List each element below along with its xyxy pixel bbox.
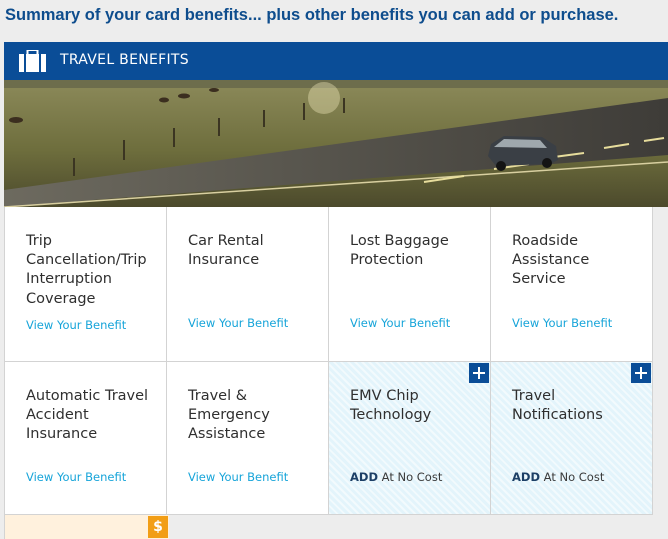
benefit-title: Lost Baggage Protection — [350, 233, 449, 269]
view-benefit-link[interactable]: View Your Benefit — [26, 318, 126, 332]
add-label: ADD — [512, 470, 540, 484]
benefit-tile-car-rental: Car Rental Insurance View Your Benefit — [167, 207, 329, 362]
benefit-tile-trip-cancellation: Trip Cancellation/Trip Interruption Cove… — [4, 207, 167, 362]
add-cost-note: At No Cost — [378, 470, 443, 484]
travel-benefits-header: TRAVEL BENEFITS — [4, 42, 668, 80]
dollar-icon[interactable]: $ — [148, 516, 168, 538]
benefit-tile-travel-notifications[interactable]: Travel Notifications ADD At No Cost — [491, 362, 653, 515]
page-title: Summary of your card benefits... plus ot… — [5, 6, 619, 24]
benefit-tile-travel-accident: Automatic Travel Accident Insurance View… — [4, 362, 167, 515]
section-label: TRAVEL BENEFITS — [60, 52, 189, 68]
benefit-tile-lost-baggage: Lost Baggage Protection View Your Benefi… — [329, 207, 491, 362]
view-benefit-link[interactable]: View Your Benefit — [188, 470, 288, 484]
add-cost-note: At No Cost — [540, 470, 605, 484]
add-at-no-cost[interactable]: ADD At No Cost — [512, 470, 604, 484]
briefcase-icon — [19, 50, 46, 72]
add-label: ADD — [350, 470, 378, 484]
benefit-title: Trip Cancellation/Trip Interruption Cove… — [26, 233, 147, 307]
benefit-title: Car Rental Insurance — [188, 233, 264, 269]
benefit-tile-emergency-assistance: Travel & Emergency Assistance View Your … — [167, 362, 329, 515]
travel-banner-image — [4, 80, 668, 207]
benefit-title: Travel & Emergency Assistance — [188, 388, 270, 443]
benefit-title: Roadside Assistance Service — [512, 233, 590, 288]
add-at-no-cost[interactable]: ADD At No Cost — [350, 470, 442, 484]
view-benefit-link[interactable]: View Your Benefit — [26, 470, 126, 484]
plus-icon[interactable] — [631, 363, 651, 383]
benefits-grid: Trip Cancellation/Trip Interruption Cove… — [4, 207, 668, 539]
view-benefit-link[interactable]: View Your Benefit — [188, 316, 288, 330]
benefit-tile-emv-chip[interactable]: EMV Chip Technology ADD At No Cost — [329, 362, 491, 515]
plus-icon[interactable] — [469, 363, 489, 383]
benefit-title: Automatic Travel Accident Insurance — [26, 388, 149, 443]
view-benefit-link[interactable]: View Your Benefit — [350, 316, 450, 330]
benefit-tile-roadside: Roadside Assistance Service View Your Be… — [491, 207, 653, 362]
benefit-title: Travel Notifications — [512, 388, 603, 424]
view-benefit-link[interactable]: View Your Benefit — [512, 316, 612, 330]
benefit-title: EMV Chip Technology — [350, 388, 432, 424]
purchase-benefit-tile[interactable]: $ — [4, 515, 169, 539]
